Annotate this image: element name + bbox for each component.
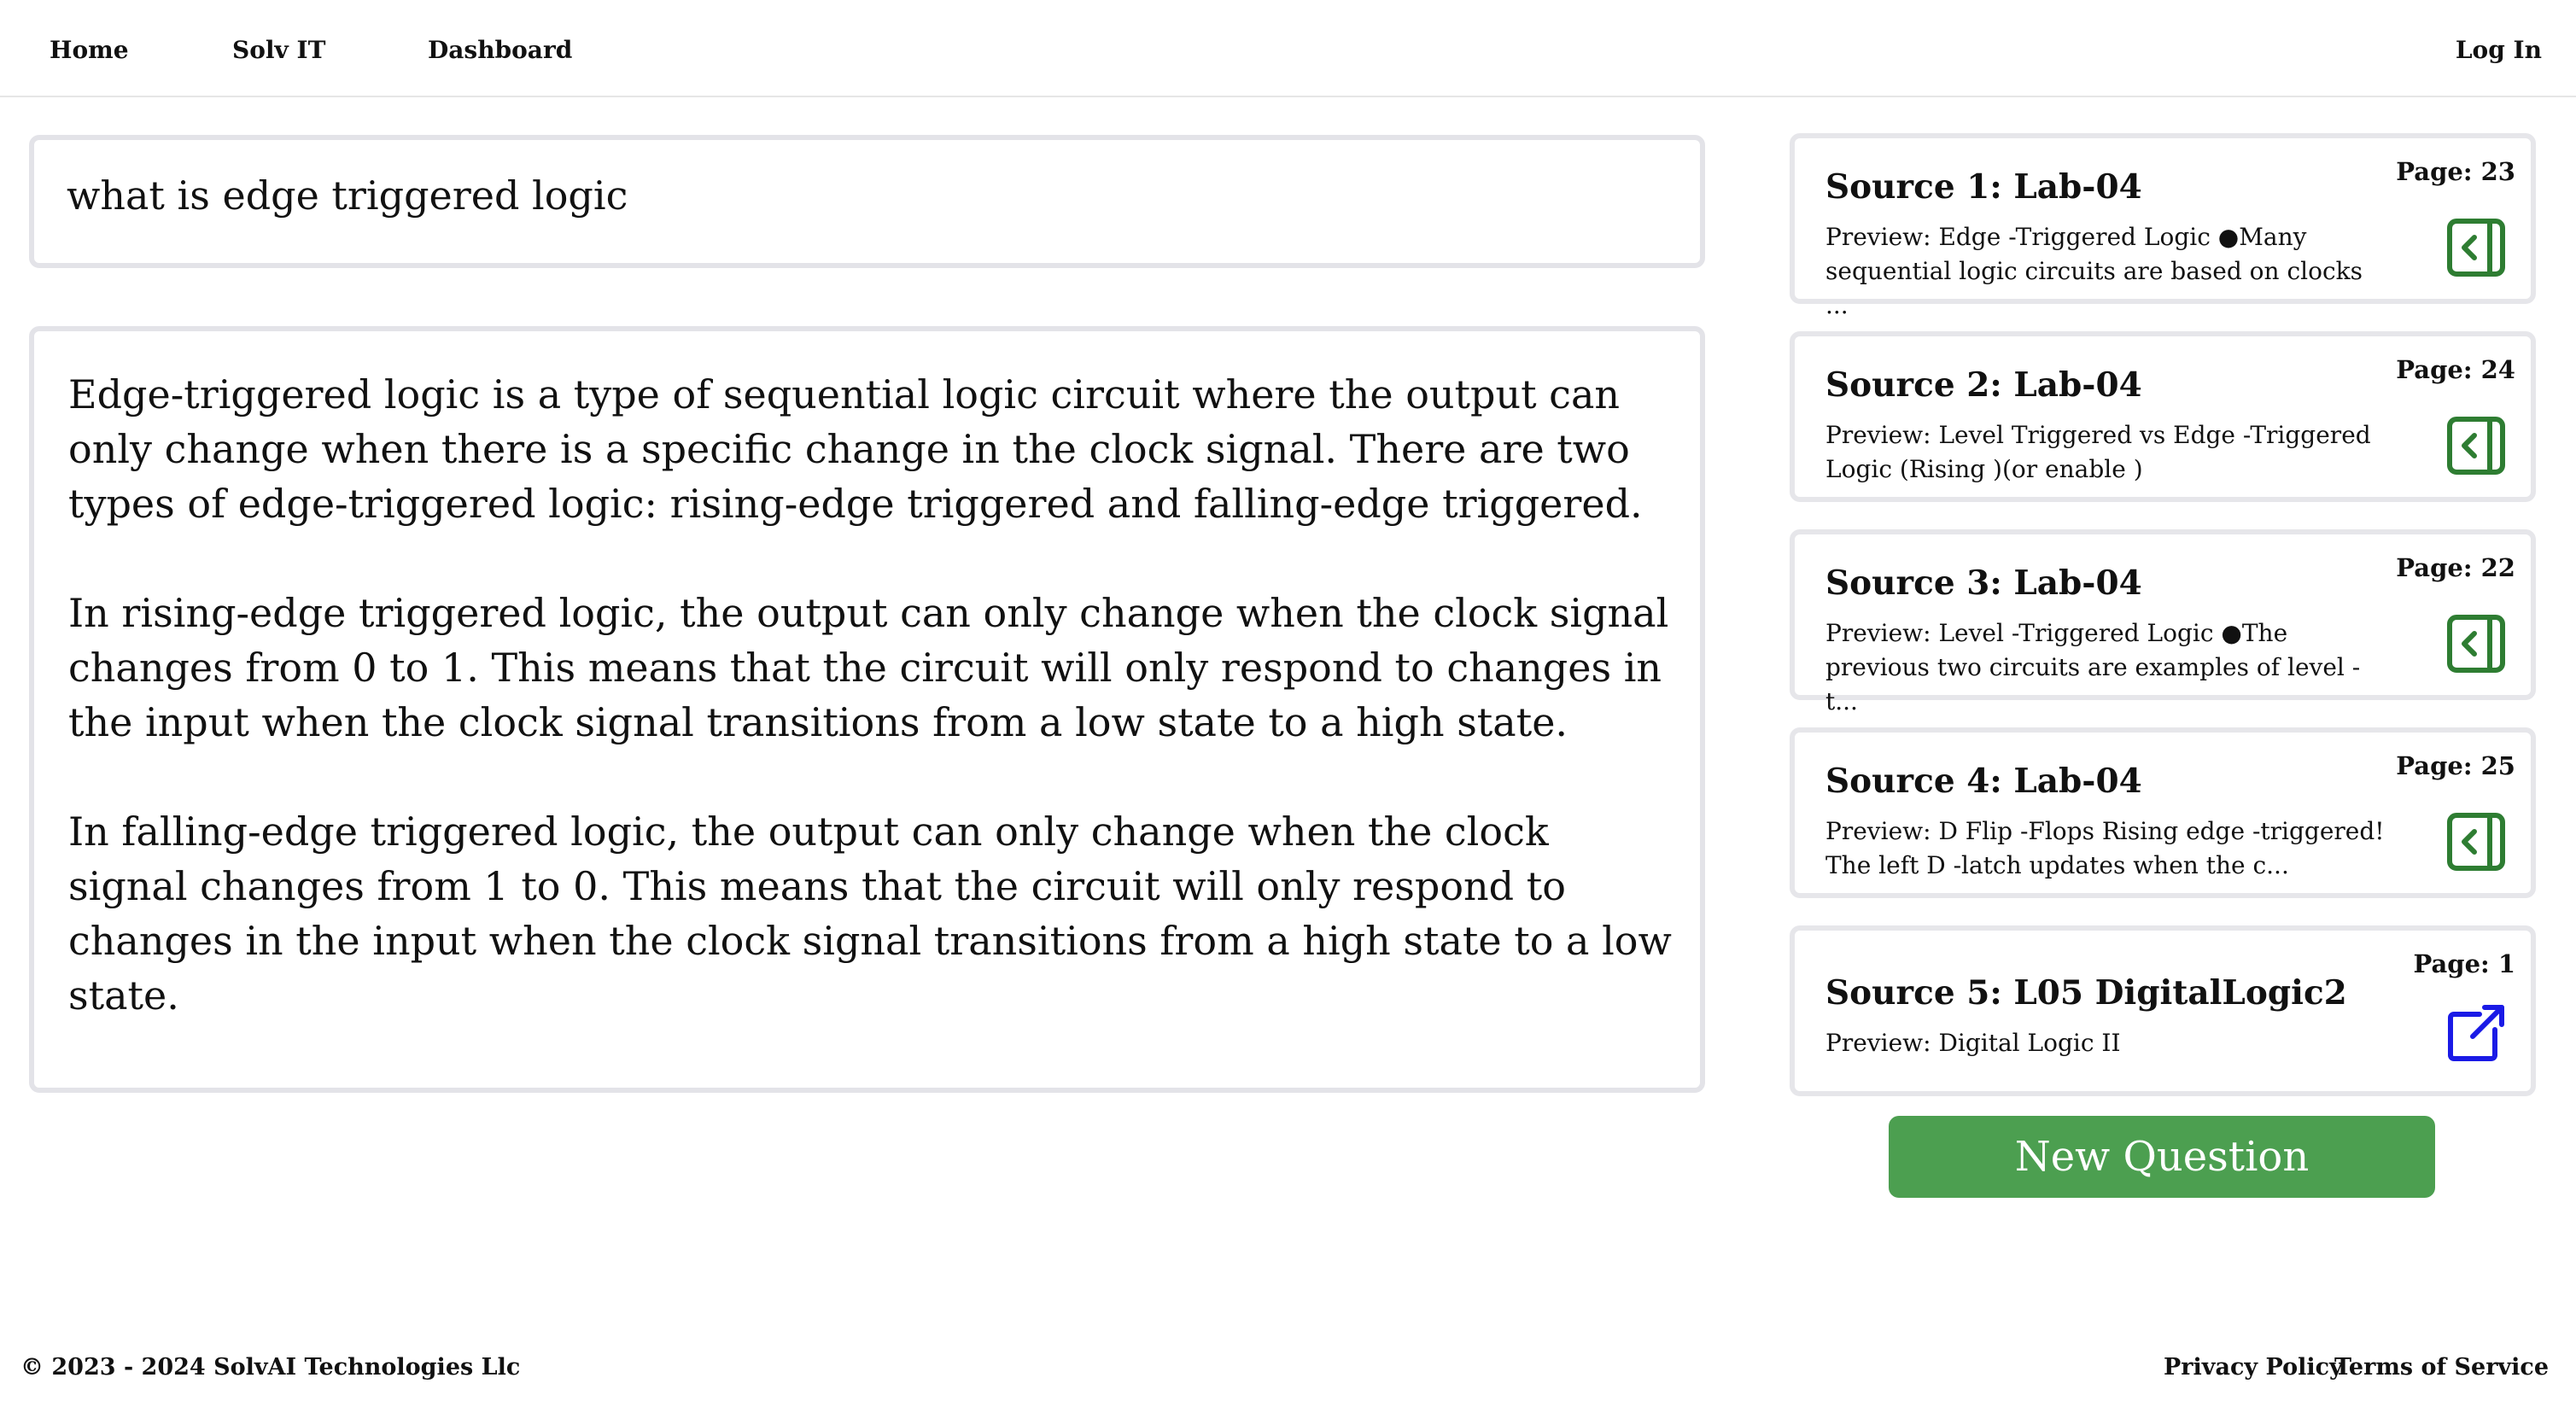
nav-solv-it-link[interactable]: Solv IT	[232, 36, 325, 64]
answer-paragraph: Edge-triggered logic is a type of sequen…	[68, 371, 1643, 527]
source-page: Page: 24	[2396, 355, 2515, 384]
source-preview: Preview: Level Triggered vs Edge -Trigge…	[1825, 421, 2371, 483]
answer-panel[interactable]: Edge-triggered logic is a type of sequen…	[29, 326, 1705, 1093]
terms-of-service-link[interactable]: Terms of Service	[2334, 1354, 2549, 1381]
source-preview: Preview: Level -Triggered Logic ●The pre…	[1825, 619, 2361, 715]
answer-paragraph: In falling-edge triggered logic, the out…	[68, 808, 1672, 1019]
source-card-3: Source 3: Lab-04 Page: 22 Preview: Level…	[1790, 529, 2536, 715]
source-page: Page: 25	[2396, 751, 2515, 780]
answer-text: Edge-triggered logic is a type of sequen…	[68, 367, 1674, 1088]
source-card-4: Source 4: Lab-04 Page: 25 Preview: D Fli…	[1790, 727, 2536, 898]
source-card-1: Source 1: Lab-04 Page: 23 Preview: Edge …	[1790, 133, 2536, 319]
login-link[interactable]: Log In	[2456, 36, 2542, 64]
source-page: Page: 22	[2396, 553, 2515, 582]
source-preview: Preview: Digital Logic II	[1825, 1029, 2121, 1057]
source-title: Source 5: L05 DigitalLogic2	[1825, 973, 2347, 1013]
nav-home-link[interactable]: Home	[50, 36, 129, 64]
panel-open-icon[interactable]	[2445, 217, 2507, 278]
source-title: Source 2: Lab-04	[1825, 365, 2142, 405]
source-preview: Preview: D Flip -Flops Rising edge -trig…	[1825, 817, 2385, 879]
top-nav: Home Solv IT Dashboard Log In	[0, 0, 2576, 97]
privacy-policy-link[interactable]: Privacy Policy	[2164, 1354, 2343, 1381]
source-card-5: Source 5: L05 DigitalLogic2 Page: 1 Prev…	[1790, 925, 2536, 1096]
source-page: Page: 1	[2413, 949, 2515, 978]
question-box: what is edge triggered logic	[29, 135, 1705, 268]
answer-paragraph: In rising-edge triggered logic, the outp…	[68, 590, 1669, 745]
source-page: Page: 23	[2396, 157, 2515, 186]
external-link-icon[interactable]	[2445, 1002, 2507, 1064]
footer-copyright: © 2023 - 2024 SolvAI Technologies Llc	[20, 1354, 521, 1381]
new-question-button[interactable]: New Question	[1889, 1116, 2435, 1198]
source-preview: Preview: Edge -Triggered Logic ●Many seq…	[1825, 223, 2363, 319]
question-text: what is edge triggered logic	[67, 172, 628, 219]
source-card-2: Source 2: Lab-04 Page: 24 Preview: Level…	[1790, 331, 2536, 502]
source-title: Source 1: Lab-04	[1825, 167, 2142, 207]
source-title: Source 4: Lab-04	[1825, 762, 2142, 801]
source-title: Source 3: Lab-04	[1825, 563, 2142, 603]
answer-paragraph: Compared to level-triggered logic, where…	[68, 1077, 1674, 1088]
panel-open-icon[interactable]	[2445, 811, 2507, 873]
panel-open-icon[interactable]	[2445, 613, 2507, 674]
panel-open-icon[interactable]	[2445, 415, 2507, 476]
nav-dashboard-link[interactable]: Dashboard	[428, 36, 572, 64]
